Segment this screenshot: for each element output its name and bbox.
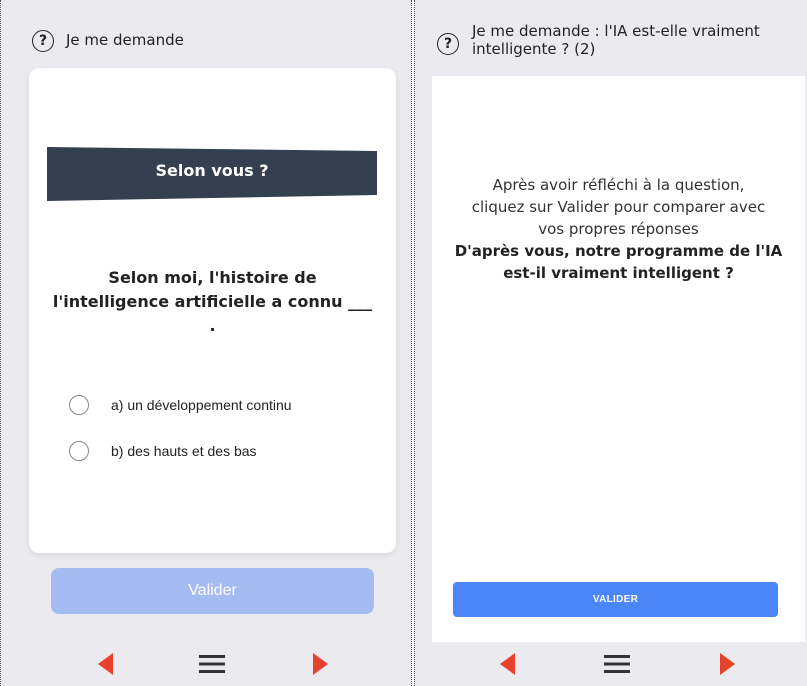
hamburger-menu-icon bbox=[604, 655, 630, 673]
menu-button[interactable] bbox=[192, 642, 232, 686]
menu-button[interactable] bbox=[597, 642, 637, 686]
content-card: Après avoir réfléchi à la question, cliq… bbox=[432, 76, 805, 642]
hamburger-menu-icon bbox=[199, 655, 225, 673]
help-icon[interactable]: ? bbox=[32, 30, 54, 52]
question-line: est-il vraiment intelligent ? bbox=[503, 264, 734, 282]
instruction-line: Après avoir réfléchi à la question, bbox=[492, 176, 745, 194]
question-line: D'après vous, notre programme de l'IA bbox=[454, 242, 783, 260]
arrow-right-icon bbox=[720, 653, 735, 675]
bottom-nav bbox=[415, 642, 807, 686]
arrow-left-icon bbox=[98, 653, 113, 675]
radio-button[interactable] bbox=[69, 441, 89, 461]
instruction-line: vos propres réponses bbox=[538, 220, 699, 238]
bottom-nav bbox=[1, 642, 411, 686]
banner: Selon vous ? bbox=[47, 147, 377, 201]
next-button[interactable] bbox=[707, 642, 747, 686]
instruction-line: cliquez sur Valider pour comparer avec bbox=[471, 198, 766, 216]
validate-button[interactable]: Valider bbox=[51, 568, 374, 614]
radio-button[interactable] bbox=[69, 395, 89, 415]
instruction-text: Après avoir réfléchi à la question, cliq… bbox=[442, 174, 795, 284]
top-bar: ? Je me demande : l'IA est-elle vraiment… bbox=[415, 0, 807, 60]
banner-title: Selon vous ? bbox=[155, 161, 269, 180]
arrow-right-icon bbox=[313, 653, 328, 675]
prev-button[interactable] bbox=[488, 642, 528, 686]
right-screen: ? Je me demande : l'IA est-elle vraiment… bbox=[414, 0, 807, 686]
next-button[interactable] bbox=[300, 642, 340, 686]
option-label: b) des hauts et des bas bbox=[111, 443, 257, 459]
arrow-left-icon bbox=[500, 653, 515, 675]
question-text: Selon moi, l'histoire de l'intelligence … bbox=[52, 268, 373, 335]
screen-title: Je me demande : l'IA est-elle vraiment i… bbox=[472, 22, 760, 58]
help-icon[interactable]: ? bbox=[437, 33, 459, 55]
option-label: a) un développement continu bbox=[111, 397, 292, 413]
prev-button[interactable] bbox=[86, 642, 126, 686]
question-card: Selon vous ? Selon moi, l'histoire de l'… bbox=[29, 68, 396, 553]
option-a[interactable]: a) un développement continu bbox=[69, 394, 292, 416]
screen-title: Je me demande bbox=[66, 31, 184, 49]
top-bar: ? Je me demande bbox=[1, 0, 411, 60]
option-b[interactable]: b) des hauts et des bas bbox=[69, 440, 257, 462]
left-screen: ? Je me demande Selon vous ? Selon moi, … bbox=[0, 0, 411, 686]
validate-button[interactable]: VALIDER bbox=[453, 582, 778, 617]
